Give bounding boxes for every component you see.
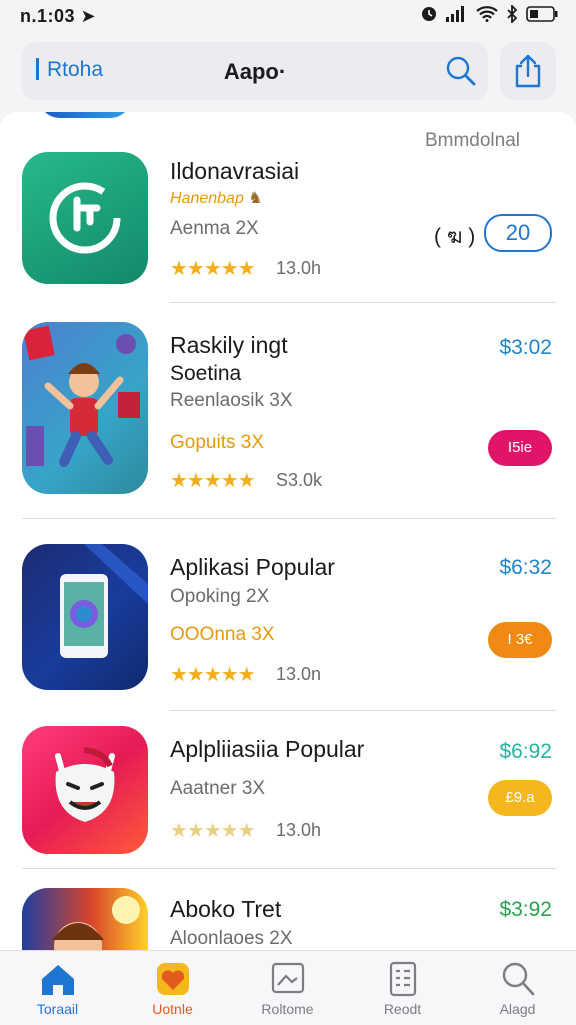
- rating-stars: ★★★★★: [170, 470, 256, 492]
- hero-face-icon: [52, 896, 140, 950]
- app-icon: [22, 888, 148, 950]
- divider: [170, 302, 556, 303]
- app-price: $6:92: [499, 740, 552, 763]
- apps-icon: [271, 962, 305, 994]
- app-name: Raskily ingt: [170, 332, 288, 358]
- refresh-logo-icon: [49, 182, 121, 254]
- status-time: n.1:03 ➤: [20, 6, 97, 26]
- rating-stars: ★★★★★: [170, 664, 256, 686]
- app-price: $3:92: [499, 898, 552, 921]
- divider: [22, 868, 556, 869]
- games-icon: [157, 963, 189, 995]
- side-label: ( ฆ ): [434, 225, 476, 248]
- app-subtitle: Aenma 2X: [170, 218, 259, 239]
- phone-app-icon: [60, 544, 148, 658]
- app-list-sheet: Bmmdolnal Ildonavrasiai Hanenbap ♞ Aenma…: [0, 112, 576, 950]
- app-name: Ildonavrasiai: [170, 158, 300, 184]
- get-button[interactable]: I5ie: [488, 430, 552, 466]
- app-name: Aplpliiasiia Popular: [170, 736, 365, 762]
- app-icon: [22, 152, 148, 284]
- app-icon: [22, 322, 148, 494]
- tab-updates[interactable]: Reodt: [345, 951, 460, 1025]
- app-subtitle: Aloonlaoes 2X: [170, 928, 293, 949]
- share-button[interactable]: [500, 42, 556, 100]
- app-subtitle: Reenlaosik 3X: [170, 390, 293, 411]
- divider: [170, 710, 556, 711]
- tab-search[interactable]: Alagd: [460, 951, 575, 1025]
- status-bar: n.1:03 ➤: [0, 0, 576, 32]
- list-item[interactable]: Aplikasi Popular Opoking 2X OOOnna 3X ★★…: [0, 544, 576, 690]
- tab-label: Toraail: [36, 1001, 79, 1017]
- tab-label: Reodt: [383, 1001, 422, 1017]
- app-subtitle: Opoking 2X: [170, 586, 270, 607]
- tab-label: Alagd: [499, 1001, 536, 1017]
- location-icon: ➤: [80, 6, 97, 26]
- app-subtitle: Aaatner 3X: [170, 778, 266, 799]
- tab-today[interactable]: Toraail: [0, 951, 115, 1025]
- list-item[interactable]: Raskily ingt Soetina Reenlaosik 3X Gopui…: [0, 322, 576, 494]
- share-icon: [515, 54, 541, 88]
- app-name: Aboko Tret: [170, 896, 282, 922]
- wifi-icon: [476, 6, 498, 22]
- rating-count: 13.0h: [276, 820, 322, 840]
- updates-icon: [389, 961, 417, 997]
- rating-stars: ★★★★★: [170, 258, 256, 280]
- tab-bar: Toraail Uotnle Roltome Reodt Alagd: [0, 950, 576, 1025]
- home-icon: [42, 965, 74, 995]
- app-tagline: Hanenbap ♞: [170, 190, 263, 207]
- search-icon: [502, 962, 535, 996]
- get-button[interactable]: £9.a: [488, 780, 552, 816]
- battery-icon: [526, 6, 558, 22]
- app-icon: [22, 726, 148, 854]
- mask-face-icon: [55, 747, 115, 822]
- bluetooth-icon: [507, 5, 518, 23]
- list-item[interactable]: Aboko Tret Aloonlaoes 2X $3:92: [0, 888, 576, 950]
- search-icon[interactable]: [444, 54, 478, 88]
- divider: [22, 518, 556, 519]
- tab-label: Roltome: [261, 1001, 314, 1017]
- rating-count: 13.0h: [276, 258, 322, 278]
- alarm-icon: [422, 7, 436, 21]
- previous-app-icon-peek: [38, 112, 132, 118]
- cellular-signal-icon: [446, 6, 464, 22]
- rating-count: S3.0k: [276, 470, 323, 490]
- app-price: $3:02: [499, 336, 552, 359]
- tab-games[interactable]: Uotnle: [115, 951, 230, 1025]
- get-button[interactable]: 20: [484, 214, 552, 252]
- app-price: $6:32: [499, 556, 552, 579]
- rating-count: 13.0n: [276, 664, 322, 684]
- app-category: OOOnna 3X: [170, 624, 275, 645]
- app-category: Gopuits 3X: [170, 432, 264, 453]
- tab-label: Uotnle: [152, 1001, 193, 1017]
- list-item[interactable]: Ildonavrasiai Hanenbap ♞ Aenma 2X ★★★★★ …: [0, 152, 576, 304]
- app-icon: [22, 544, 148, 690]
- section-label[interactable]: Bmmdolnal: [425, 130, 520, 152]
- list-item[interactable]: Aplpliiasiia Popular Aaatner 3X ★★★★★ 13…: [0, 726, 576, 854]
- tab-apps[interactable]: Roltome: [230, 951, 345, 1025]
- search-header: Rtoha Aapo·: [22, 42, 488, 100]
- page-title: Aapo·: [223, 59, 287, 84]
- get-button[interactable]: I 3€: [488, 622, 552, 658]
- app-name-line2: Soetina: [170, 362, 242, 385]
- app-name: Aplikasi Popular: [170, 554, 335, 580]
- rating-stars: ★★★★★: [170, 820, 256, 842]
- character-illustration-icon: [23, 325, 140, 467]
